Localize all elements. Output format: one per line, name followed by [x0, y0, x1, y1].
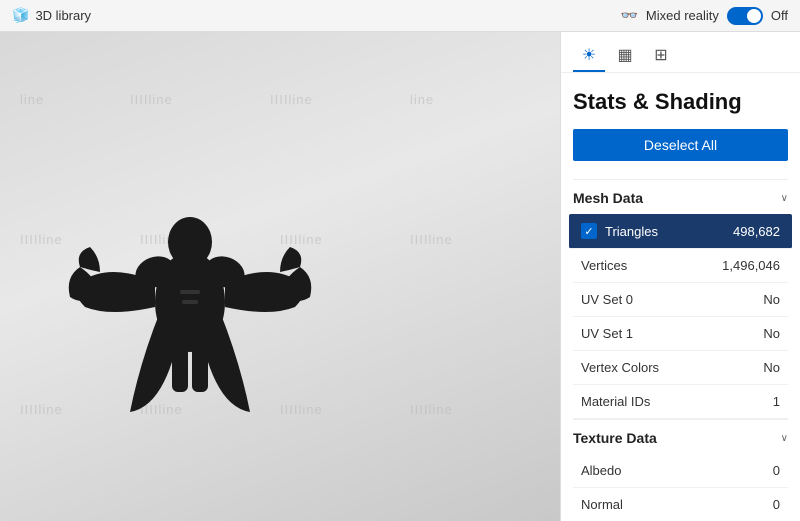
watermark: line	[410, 92, 434, 107]
vertices-row: Vertices 1,496,046	[573, 249, 788, 283]
sun-icon: ☀	[582, 45, 596, 65]
albedo-value: 0	[773, 463, 780, 478]
uvset1-label: UV Set 1	[581, 326, 633, 341]
right-panel: ☀ ▦ ⊞ Stats & Shading Deselect All Mesh …	[560, 32, 800, 521]
viewport[interactable]: line IIIIline IIIIline line IIIIline III…	[0, 32, 560, 521]
vertices-label: Vertices	[581, 258, 627, 273]
mixed-reality-label: Mixed reality	[646, 8, 719, 23]
chevron-down-icon-texture: ∨	[781, 433, 788, 444]
mixed-reality-icon: 👓	[620, 7, 637, 24]
mesh-data-label: Mesh Data	[573, 190, 643, 206]
material-ids-value: 1	[773, 394, 780, 409]
vertex-colors-row: Vertex Colors No	[573, 351, 788, 385]
material-ids-row: Material IDs 1	[573, 385, 788, 419]
material-ids-row-left: Material IDs	[581, 394, 650, 409]
watermark: IIIIline	[130, 92, 173, 107]
texture-data-label: Texture Data	[573, 430, 657, 446]
watermark: IIIIline	[410, 232, 453, 247]
watermark: IIIIline	[20, 402, 63, 417]
normal-label: Normal	[581, 497, 623, 512]
triangles-checkbox[interactable]: ✓	[581, 223, 597, 239]
tab-sun[interactable]: ☀	[573, 40, 605, 72]
uvset0-row-left: UV Set 0	[581, 292, 633, 307]
material-ids-label: Material IDs	[581, 394, 650, 409]
watermark: IIIIline	[20, 232, 63, 247]
3d-library-button[interactable]: 🧊 3D library	[12, 7, 91, 24]
deselect-all-button[interactable]: Deselect All	[573, 129, 788, 161]
chevron-down-icon: ∨	[781, 193, 788, 204]
top-bar: 🧊 3D library 👓 Mixed reality Off	[0, 0, 800, 32]
vertices-row-left: Vertices	[581, 258, 627, 273]
off-label: Off	[771, 8, 788, 23]
tab-chart[interactable]: ▦	[609, 40, 641, 72]
panel-tabs: ☀ ▦ ⊞	[561, 32, 800, 73]
library-label: 3D library	[35, 8, 91, 23]
vertices-value: 1,496,046	[722, 258, 780, 273]
character-silhouette	[60, 152, 320, 432]
toggle-knob	[747, 9, 761, 23]
uvset1-row-left: UV Set 1	[581, 326, 633, 341]
panel-title: Stats & Shading	[573, 89, 788, 115]
uvset1-row: UV Set 1 No	[573, 317, 788, 351]
uvset0-label: UV Set 0	[581, 292, 633, 307]
watermark: IIIIline	[410, 402, 453, 417]
normal-value: 0	[773, 497, 780, 512]
chart-icon: ▦	[617, 45, 632, 65]
triangles-row-left: ✓ Triangles	[581, 223, 658, 239]
tab-grid[interactable]: ⊞	[645, 40, 677, 72]
triangles-row[interactable]: ✓ Triangles 498,682	[569, 214, 792, 249]
vertex-colors-value: No	[763, 360, 780, 375]
grid-icon: ⊞	[654, 45, 667, 65]
watermark: line	[20, 92, 44, 107]
mesh-data-section-header[interactable]: Mesh Data ∨	[573, 179, 788, 214]
mixed-reality-toggle[interactable]	[727, 7, 763, 25]
albedo-row: Albedo 0	[573, 454, 788, 488]
normal-row: Normal 0	[573, 488, 788, 521]
uvset1-value: No	[763, 326, 780, 341]
vertex-colors-row-left: Vertex Colors	[581, 360, 659, 375]
uvset0-row: UV Set 0 No	[573, 283, 788, 317]
texture-data-section-header[interactable]: Texture Data ∨	[573, 419, 788, 454]
triangles-value: 498,682	[733, 224, 780, 239]
triangles-label: Triangles	[605, 224, 658, 239]
panel-content: Stats & Shading Deselect All Mesh Data ∨…	[561, 73, 800, 521]
uvset0-value: No	[763, 292, 780, 307]
normal-row-left: Normal	[581, 497, 623, 512]
main-content: line IIIIline IIIIline line IIIIline III…	[0, 32, 800, 521]
cube-icon: 🧊	[12, 7, 29, 24]
vertex-colors-label: Vertex Colors	[581, 360, 659, 375]
mixed-reality-section: 👓 Mixed reality Off	[620, 7, 788, 25]
albedo-label: Albedo	[581, 463, 621, 478]
watermark: IIIIline	[270, 92, 313, 107]
albedo-row-left: Albedo	[581, 463, 621, 478]
